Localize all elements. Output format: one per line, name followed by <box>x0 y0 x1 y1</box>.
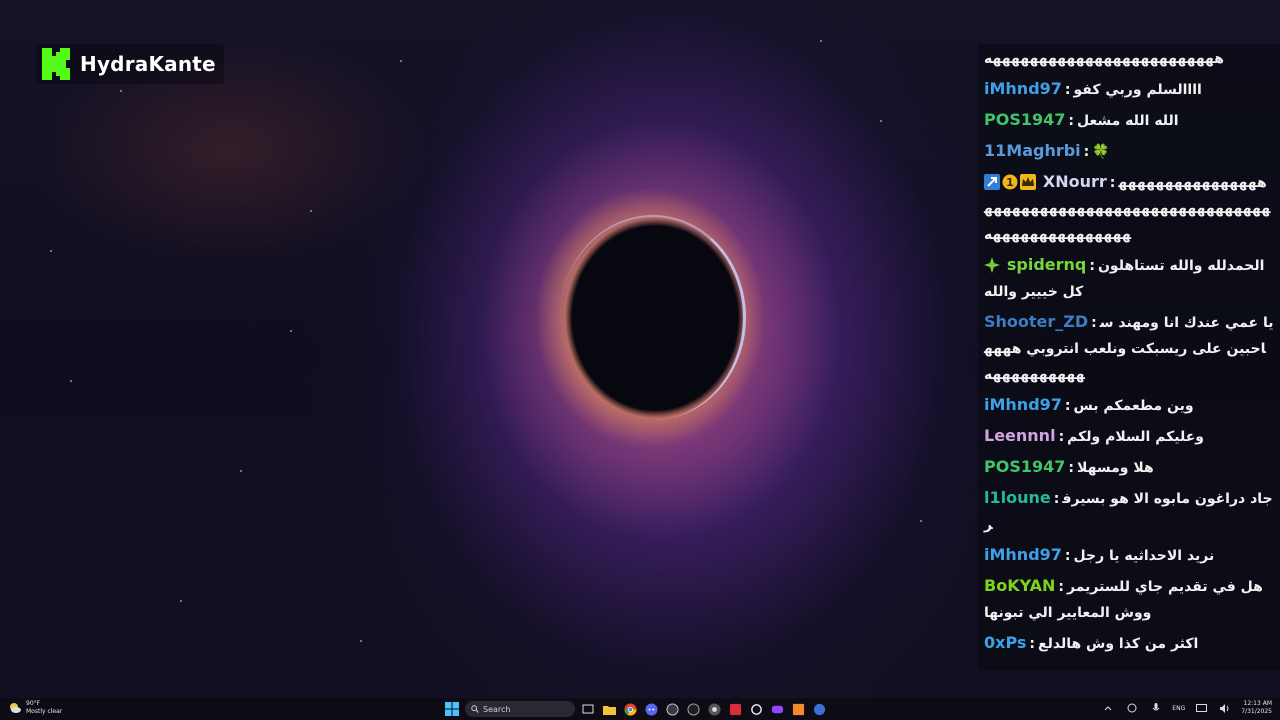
chat-username: iMhnd97 <box>984 79 1062 98</box>
chat-separator: : <box>1029 636 1036 652</box>
chat-separator: : <box>1083 144 1090 160</box>
chat-username: spidernq <box>1006 255 1087 274</box>
microphone-icon[interactable] <box>1148 700 1164 716</box>
chat-message-text: الله الله مشعل <box>1077 113 1179 129</box>
search-icon <box>471 705 479 713</box>
taskbar: 90°F Mostly clear Search ENG 12:13 AM 7/… <box>0 698 1280 720</box>
chevron-up-icon[interactable] <box>1100 700 1116 716</box>
chat-message-text: اكثر من كذا وش هالدلع <box>1038 636 1199 652</box>
chrome-icon[interactable] <box>706 701 722 717</box>
app-icon[interactable] <box>664 701 680 717</box>
svg-text:1: 1 <box>1006 176 1014 189</box>
chat-message-text: وعليكم السلام ولكم <box>1067 429 1205 445</box>
chat-separator: : <box>1109 175 1116 191</box>
chat-message: Shooter_ZD: يا عمي عندك انا ومهند ساحبين … <box>984 307 1274 390</box>
taskbar-apps: Search <box>444 699 827 719</box>
chat-separator: : <box>1068 460 1074 476</box>
streamer-logo: HydraKante <box>36 44 224 84</box>
discord-icon[interactable] <box>643 701 659 717</box>
moon-cloud-icon <box>10 703 21 713</box>
chrome-icon[interactable] <box>622 701 638 717</box>
chat-username: l1loune <box>984 488 1051 507</box>
chat-message-text: هلا ومسهلا <box>1077 460 1154 476</box>
chat-username: iMhnd97 <box>984 395 1062 414</box>
search-placeholder: Search <box>483 704 511 714</box>
weather-temp: 90°F <box>26 700 41 707</box>
app-icon[interactable] <box>727 701 743 717</box>
clock-time: 12:13 AM <box>1243 700 1272 707</box>
chat-message: iMhnd97: وين مطعمكم بس <box>984 390 1274 421</box>
planet-rim <box>560 215 746 420</box>
chat-username: POS1947 <box>984 110 1066 129</box>
chat-separator: : <box>1053 491 1060 507</box>
windows-start-icon[interactable] <box>444 701 460 717</box>
logo-text: HydraKante <box>80 52 216 76</box>
clock-date: 7/31/2025 <box>1241 708 1272 715</box>
chat-message: iMhnd97: نريد الاحداثيه يا رجل <box>984 540 1274 571</box>
system-tray: ENG 12:13 AM 7/31/2025 <box>1100 700 1272 716</box>
chat-message: Leennnl: وعليكم السلام ولكم <box>984 421 1274 452</box>
language-indicator[interactable]: ENG <box>1172 705 1185 712</box>
app-icon[interactable] <box>811 701 827 717</box>
chat-message: هههههههههههههههههههههههههه <box>984 44 1274 74</box>
chat-message: iMhnd97: اااالسلم وربي كفو <box>984 74 1274 105</box>
network-icon[interactable] <box>1193 700 1209 716</box>
chat-username: 11Maghrbi <box>984 141 1081 160</box>
chat-message: POS1947: الله الله مشعل <box>984 105 1274 136</box>
chat-username: POS1947 <box>984 457 1066 476</box>
chat-message: BoKYAN: هل في تقديم جاي للستريمر ووش المع… <box>984 571 1274 628</box>
weather-condition: Mostly clear <box>26 708 63 715</box>
crown-badge-icon <box>1020 174 1036 190</box>
chat-message-text: وين مطعمكم بس <box>1073 398 1194 414</box>
chat-message: POS1947: هلا ومسهلا <box>984 452 1274 483</box>
chat-message-text: 🍀 <box>1092 144 1110 160</box>
weather-widget[interactable]: 90°F Mostly clear <box>8 700 62 716</box>
chat-message: 11Maghrbi: 🍀 <box>984 136 1274 167</box>
chat-username: iMhnd97 <box>984 545 1062 564</box>
diamond-badge-icon <box>984 257 1000 273</box>
clock[interactable]: 12:13 AM 7/31/2025 <box>1241 700 1272 716</box>
chat-username: XNourr <box>1042 172 1107 191</box>
chat-message-text: اااالسلم وربي كفو <box>1073 82 1202 98</box>
chat-message-text: هههههههههههههههههههههههههه <box>984 51 1225 67</box>
chat-separator: : <box>1058 579 1065 595</box>
chat-separator: : <box>1068 113 1074 129</box>
task-view-icon[interactable] <box>580 701 596 717</box>
chat-separator: : <box>1064 82 1071 98</box>
chat-username: BoKYAN <box>984 576 1056 595</box>
chat-username: Leennnl <box>984 426 1056 445</box>
chat-separator: : <box>1089 258 1095 274</box>
chat-message-text: نريد الاحداثيه يا رجل <box>1073 548 1215 564</box>
app-icon[interactable] <box>790 701 806 717</box>
app-icon[interactable] <box>748 701 764 717</box>
app-tray-icon[interactable] <box>1124 700 1140 716</box>
arrow-badge-icon <box>984 174 1000 190</box>
chat-separator: : <box>1058 429 1065 445</box>
chat-username: 0xPs <box>984 633 1027 652</box>
app-icon[interactable] <box>769 701 785 717</box>
chat-separator: : <box>1091 315 1097 331</box>
chat-separator: : <box>1064 398 1071 414</box>
chat-message: l1loune: جاد دراغون مابوه الا هو بسيرفر <box>984 483 1274 540</box>
volume-icon[interactable] <box>1217 700 1233 716</box>
file-explorer-icon[interactable] <box>601 701 617 717</box>
chat-username: Shooter_ZD <box>984 312 1089 331</box>
chat-message: 1 XNourr: ههههههههههههههههههههههههههههههه… <box>984 167 1274 250</box>
chat-message: 0xPs: اكثر من كذا وش هالدلع <box>984 628 1274 659</box>
chat-overlay: هههههههههههههههههههههههههه iMhnd97: اااال… <box>978 44 1280 670</box>
one-badge-icon: 1 <box>1002 174 1018 190</box>
chat-separator: : <box>1064 548 1071 564</box>
kick-logo-icon <box>42 48 70 80</box>
chat-message: spidernq: الحمدلله والله تستاهلون كل خييي… <box>984 250 1274 307</box>
app-icon[interactable] <box>685 701 701 717</box>
taskbar-search[interactable]: Search <box>465 701 575 717</box>
